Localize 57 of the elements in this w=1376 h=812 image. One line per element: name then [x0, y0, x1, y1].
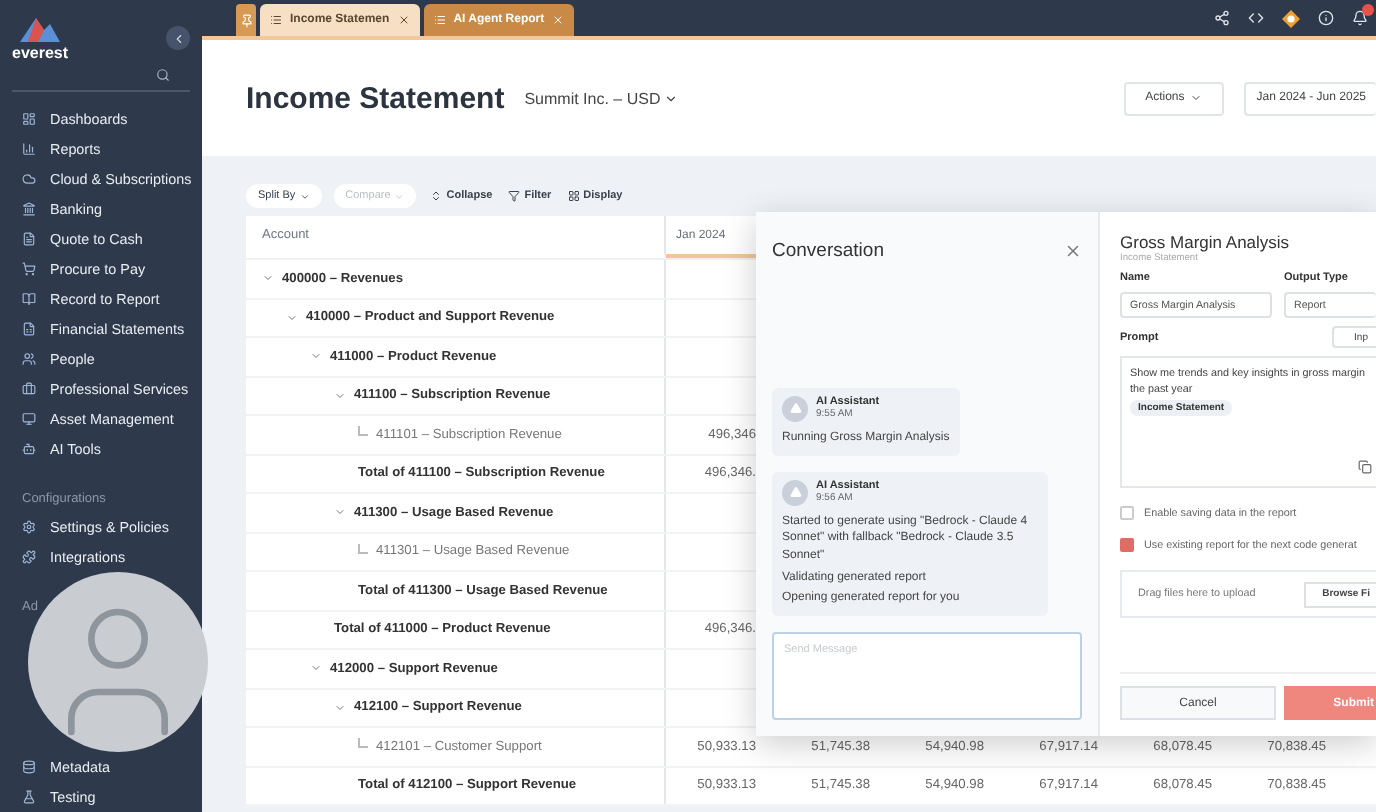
- chevron-down-icon: [664, 91, 679, 105]
- pin-icon: [239, 13, 253, 27]
- monitor-icon: [22, 412, 36, 426]
- chevron-down-icon[interactable]: [310, 662, 322, 675]
- book-icon: [22, 292, 36, 306]
- close-icon[interactable]: [397, 14, 410, 26]
- chevron-down-icon[interactable]: [310, 350, 322, 363]
- collapse-sidebar-button[interactable]: [166, 26, 190, 50]
- share-icon[interactable]: [1214, 10, 1230, 26]
- briefcase-icon: [22, 382, 36, 396]
- tree-elbow-icon: [358, 426, 368, 437]
- page-title: Income Statement: [246, 81, 505, 115]
- bank-icon: [22, 202, 36, 216]
- spreadsheet-icon: [22, 322, 36, 336]
- people-icon: [22, 352, 36, 366]
- info-icon[interactable]: [1318, 10, 1334, 26]
- robot-icon: [22, 442, 36, 456]
- logo-text: everest: [12, 43, 69, 61]
- assistant-avatar-icon: [782, 395, 808, 422]
- code-icon[interactable]: [1248, 10, 1264, 26]
- chevron-down-icon[interactable]: [262, 272, 274, 285]
- flask-icon: [22, 790, 36, 804]
- chevron-down-icon[interactable]: [334, 506, 346, 519]
- grid-icon: [567, 190, 580, 202]
- list-icon: [433, 14, 446, 26]
- diamond-icon[interactable]: [1282, 9, 1300, 27]
- caret-icon: [299, 191, 310, 201]
- filter-icon: [508, 190, 521, 202]
- form-title: Gross Margin Analysis: [1120, 232, 1292, 252]
- puzzle-icon: [22, 550, 36, 564]
- tree-elbow-icon: [358, 738, 368, 749]
- checkbox[interactable]: [1120, 506, 1134, 520]
- close-icon[interactable]: [1064, 242, 1082, 260]
- chevron-left-icon: [171, 31, 185, 45]
- caret-icon: [394, 191, 405, 201]
- copy-icon[interactable]: [1358, 460, 1372, 474]
- list-icon: [270, 14, 282, 26]
- caret-icon: [1190, 92, 1203, 104]
- dashboard-icon: [22, 112, 36, 126]
- document-icon: [22, 232, 36, 246]
- cloud-icon: [22, 172, 36, 186]
- search-icon[interactable]: [156, 68, 170, 82]
- assistant-avatar-icon: [782, 479, 808, 506]
- chevron-down-icon[interactable]: [286, 311, 298, 324]
- entity-dropdown[interactable]: Summit Inc. – USD: [524, 89, 679, 107]
- chevron-down-icon[interactable]: [334, 389, 346, 402]
- mountain-logo-icon: [18, 15, 63, 43]
- checkbox[interactable]: [1120, 538, 1134, 552]
- settings-icon: [22, 520, 36, 534]
- database-icon: [22, 760, 36, 774]
- tree-elbow-icon: [358, 543, 368, 554]
- cart-icon: [22, 262, 36, 276]
- pin-tab[interactable]: [236, 4, 256, 36]
- chart-icon: [22, 142, 36, 156]
- panel-title: Conversation: [772, 240, 884, 262]
- chevron-down-icon[interactable]: [334, 701, 346, 714]
- notification-bell-icon[interactable]: [1352, 10, 1368, 26]
